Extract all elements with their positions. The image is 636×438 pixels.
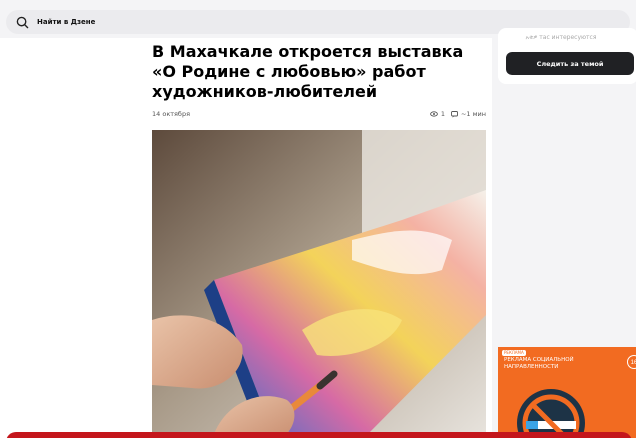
bottom-banner[interactable]	[6, 432, 632, 438]
ad-close-button[interactable]: 16	[627, 355, 636, 369]
article-stats: 1 ~1 мин	[429, 110, 486, 118]
follow-card-hint: አቂዎ тас интересуются	[525, 34, 597, 41]
read-time: ~1 мин	[460, 110, 486, 118]
eye-icon	[429, 111, 438, 117]
ad-banner[interactable]: РЕКЛАМА РЕКЛАМА СОЦИАЛЬНОЙ НАПРАВЛЕННОСТ…	[498, 347, 636, 438]
article-meta: 14 октября 1 ~1 мин	[152, 110, 486, 120]
article-title: В Махачкале откроется выставка «О Родине…	[152, 42, 464, 101]
ad-text: РЕКЛАМА СОЦИАЛЬНОЙ НАПРАВЛЕННОСТИ	[504, 357, 574, 370]
article-photo	[152, 130, 486, 438]
follow-topic-button[interactable]: Следить за темой	[506, 52, 634, 75]
article-column: В Махачкале откроется выставка «О Родине…	[0, 38, 492, 438]
no-smoking-icon	[517, 389, 585, 438]
follow-card: አቂዎ тас интересуются Следить за темой	[498, 28, 636, 84]
search-icon	[16, 16, 29, 28]
ad-tag: РЕКЛАМА	[502, 350, 526, 356]
painting-photo	[152, 130, 486, 438]
page: В Махачкале откроется выставка «О Родине…	[0, 0, 636, 438]
views-count: 1	[440, 110, 445, 118]
search-input[interactable]	[37, 18, 337, 26]
article-date: 14 октября	[152, 110, 190, 118]
comment-icon	[451, 110, 458, 118]
